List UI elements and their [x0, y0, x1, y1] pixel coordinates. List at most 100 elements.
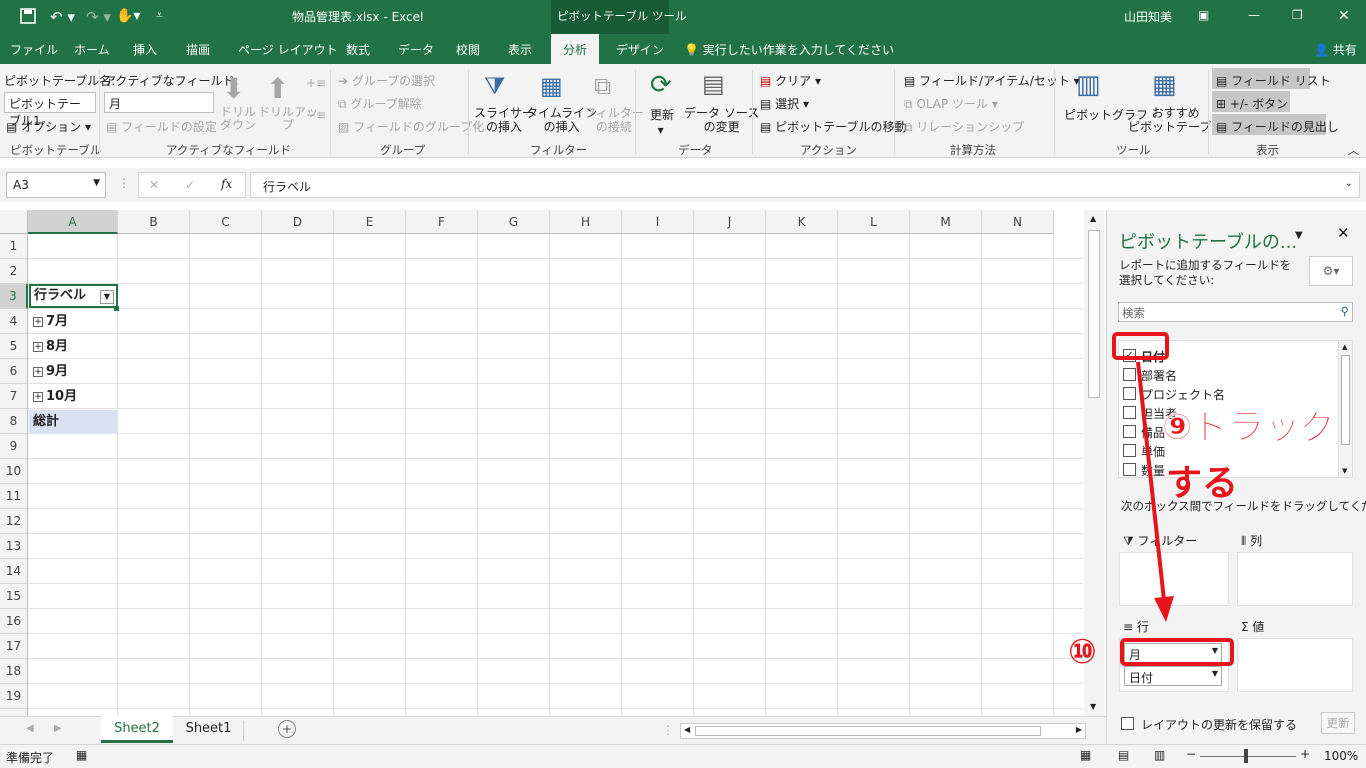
row-header-5[interactable]: 5 — [0, 334, 28, 359]
value-drop-zone[interactable] — [1237, 638, 1353, 692]
column-header-n[interactable]: N — [982, 210, 1054, 234]
add-sheet-icon[interactable]: + — [278, 720, 296, 738]
zoom-slider[interactable] — [1200, 756, 1296, 757]
horizontal-scroll-thumb[interactable] — [695, 726, 1041, 736]
column-header-j[interactable]: J — [694, 210, 766, 234]
field-settings-button[interactable]: ▤ フィールドの設定 — [106, 118, 217, 135]
row-header-4[interactable]: 4 — [0, 309, 28, 334]
row-header-12[interactable]: 12 — [0, 509, 28, 534]
macro-record-icon[interactable]: ▦ — [76, 748, 87, 762]
collapse-ribbon-icon[interactable]: ︿ — [1348, 142, 1359, 158]
filter-dropdown-icon[interactable]: ▼ — [100, 290, 114, 304]
normal-view-icon[interactable]: ▦ — [1080, 748, 1091, 762]
tell-me-search[interactable]: 💡 実行したい作業を入力してください — [684, 41, 894, 58]
tab-design[interactable]: デザイン — [616, 41, 664, 58]
row-header-9[interactable]: 9 — [0, 434, 28, 459]
tab-split-grip-icon[interactable]: ⋮ — [662, 723, 674, 737]
row-header-17[interactable]: 17 — [0, 634, 28, 659]
update-button[interactable]: 更新 — [1321, 712, 1355, 734]
row-header-11[interactable]: 11 — [0, 484, 28, 509]
tab-formulas[interactable]: 数式 — [346, 41, 370, 58]
sheet-tab-sheet2[interactable]: Sheet2 — [101, 716, 173, 743]
move-pivottable-button[interactable]: ▤ ピボットテーブルの移動 — [760, 118, 906, 135]
customize-qat-icon[interactable]: ⩡ — [156, 8, 163, 23]
zoom-level[interactable]: 100% — [1324, 749, 1358, 763]
expand-icon[interactable]: + — [33, 342, 43, 352]
panel-settings-button[interactable]: ⚙▾ — [1309, 256, 1353, 286]
minimize-icon[interactable]: — — [1248, 8, 1260, 22]
field-scroll-thumb[interactable] — [1341, 355, 1350, 445]
defer-update-checkbox[interactable] — [1121, 717, 1134, 730]
field-headers-toggle[interactable]: ▤ フィールドの見出し — [1216, 118, 1339, 135]
restore-icon[interactable]: ❐ — [1292, 8, 1303, 22]
sheet-prev-icon[interactable]: ◀ — [26, 723, 34, 734]
row-header-14[interactable]: 14 — [0, 559, 28, 584]
column-header-i[interactable]: I — [622, 210, 694, 234]
undo-icon[interactable]: ↶ ▾ — [50, 8, 75, 26]
tab-page-layout[interactable]: ページ レイアウト — [238, 41, 338, 58]
fieldlist-toggle[interactable]: ▤ フィールド リスト — [1216, 72, 1331, 89]
redo-icon[interactable]: ↷ ▾ — [86, 8, 111, 26]
touch-mode-icon[interactable]: ✋▾ — [116, 8, 140, 24]
column-header-h[interactable]: H — [550, 210, 622, 234]
row-header-10[interactable]: 10 — [0, 459, 28, 484]
tab-file[interactable]: ファイル — [10, 41, 58, 58]
zoom-out-icon[interactable]: − — [1186, 747, 1196, 761]
column-drop-zone[interactable] — [1237, 552, 1353, 606]
column-header-b[interactable]: B — [118, 210, 190, 234]
tab-view[interactable]: 表示 — [508, 41, 532, 58]
enter-icon[interactable]: ✓ — [185, 178, 195, 192]
worksheet-grid[interactable]: ABCDEFGHIJKLMN 1 2 3 4 5 6 7 8 9 10 11 12 13 14 15 16 17… — [0, 210, 1104, 734]
pt-name-input[interactable]: ピボットテーブル1 — [4, 92, 96, 128]
row-header-7[interactable]: 7 — [0, 384, 28, 409]
column-header-d[interactable]: D — [262, 210, 334, 234]
pivot-grand-total[interactable]: 総計 — [29, 410, 118, 434]
field-search-input[interactable]: 検索 ⚲ — [1118, 302, 1353, 322]
pivot-item-october[interactable]: +10月 — [29, 385, 118, 409]
vertical-scroll-thumb[interactable] — [1088, 230, 1100, 398]
expand-field-icon[interactable]: +≡ — [306, 76, 326, 90]
scroll-up-icon[interactable]: ▲ — [1090, 214, 1096, 223]
pivot-item-september[interactable]: +9月 — [29, 360, 118, 384]
group-selection-button[interactable]: ➔ グループの選択 — [338, 72, 435, 89]
sheet-tab-sheet1[interactable]: Sheet1 — [174, 721, 244, 741]
expand-icon[interactable]: + — [33, 367, 43, 377]
active-field-input[interactable]: 月 — [104, 92, 214, 113]
formula-input[interactable]: 行ラベル ⌄ — [250, 172, 1360, 198]
page-break-view-icon[interactable]: ▥ — [1154, 748, 1165, 762]
panel-close-icon[interactable]: ✕ — [1337, 224, 1350, 242]
column-header-c[interactable]: C — [190, 210, 262, 234]
insert-function-button[interactable]: fx — [221, 177, 232, 191]
expand-icon[interactable]: + — [33, 317, 43, 327]
scroll-left-icon[interactable]: ◀ — [684, 725, 690, 734]
tab-draw[interactable]: 描画 — [186, 41, 210, 58]
row-header-15[interactable]: 15 — [0, 584, 28, 609]
row-header-16[interactable]: 16 — [0, 609, 28, 634]
tab-insert[interactable]: 挿入 — [133, 41, 157, 58]
pivot-item-august[interactable]: +8月 — [29, 335, 118, 359]
options-button[interactable]: ▤ オプション ▾ — [6, 118, 91, 135]
tab-review[interactable]: 校閲 — [456, 41, 480, 58]
change-datasource-button[interactable]: データ ソース の変更 — [684, 106, 759, 134]
cancel-icon[interactable]: ✕ — [149, 178, 159, 192]
row-header-19[interactable]: 19 — [0, 684, 28, 709]
field-scroll-up-icon[interactable]: ▲ — [1342, 343, 1347, 351]
ribbon-display-icon[interactable]: ▣ — [1198, 8, 1209, 22]
row-header-2[interactable]: 2 — [0, 259, 28, 284]
drilldown-button[interactable]: ドリル ダウン — [220, 106, 256, 132]
row-header-13[interactable]: 13 — [0, 534, 28, 559]
pivot-item-july[interactable]: +7月 — [29, 310, 118, 334]
share-button[interactable]: 👤 共有 — [1314, 41, 1357, 58]
tab-home[interactable]: ホーム — [74, 41, 110, 58]
scroll-right-icon[interactable]: ▶ — [1076, 725, 1082, 734]
row-header-8[interactable]: 8 — [0, 409, 28, 434]
olap-tools-button[interactable]: ⧉ OLAP ツール ▾ — [904, 95, 998, 112]
clear-button[interactable]: ▤ クリア ▾ — [760, 72, 821, 89]
column-header-g[interactable]: G — [478, 210, 550, 234]
ungroup-button[interactable]: ⧉ グループ解除 — [338, 95, 422, 112]
panel-menu-icon[interactable]: ▼ — [1295, 230, 1303, 241]
column-header-e[interactable]: E — [334, 210, 406, 234]
row-header-1[interactable]: 1 — [0, 234, 28, 259]
field-list-scrollbar[interactable]: ▲ ▼ — [1338, 341, 1352, 477]
buttons-toggle[interactable]: ⊞ +/- ボタン — [1216, 95, 1288, 112]
